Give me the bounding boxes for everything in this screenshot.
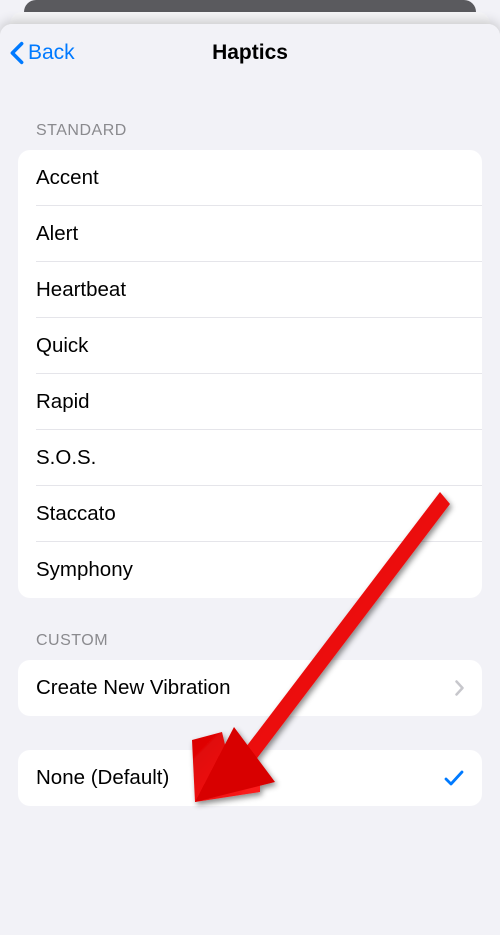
back-button[interactable]: Back <box>10 41 75 65</box>
haptic-option-staccato[interactable]: Staccato <box>18 486 482 542</box>
content-area: STANDARD Accent Alert Heartbeat Quick Ra… <box>0 82 500 806</box>
list-item-label: None (Default) <box>36 766 169 790</box>
custom-list: Create New Vibration <box>18 660 482 716</box>
list-item-label: Alert <box>36 222 78 246</box>
standard-list: Accent Alert Heartbeat Quick Rapid S.O.S… <box>18 150 482 598</box>
list-item-label: Create New Vibration <box>36 676 230 700</box>
chevron-left-icon <box>10 41 24 65</box>
settings-sheet: Back Haptics STANDARD Accent Alert Heart… <box>0 24 500 935</box>
haptic-option-accent[interactable]: Accent <box>18 150 482 206</box>
list-item-label: Quick <box>36 334 88 358</box>
list-item-label: Rapid <box>36 390 90 414</box>
default-list: None (Default) <box>18 750 482 806</box>
haptic-option-heartbeat[interactable]: Heartbeat <box>18 262 482 318</box>
list-item-label: Heartbeat <box>36 278 126 302</box>
list-item-label: S.O.S. <box>36 446 96 470</box>
haptic-option-quick[interactable]: Quick <box>18 318 482 374</box>
section-header-standard: STANDARD <box>18 82 482 150</box>
haptic-option-sos[interactable]: S.O.S. <box>18 430 482 486</box>
haptic-option-rapid[interactable]: Rapid <box>18 374 482 430</box>
list-item-label: Symphony <box>36 558 133 582</box>
create-new-vibration-button[interactable]: Create New Vibration <box>18 660 482 716</box>
checkmark-icon <box>444 769 464 787</box>
section-header-custom: CUSTOM <box>18 598 482 660</box>
back-label: Back <box>28 41 75 65</box>
chevron-right-icon <box>455 680 464 696</box>
page-title: Haptics <box>212 41 288 65</box>
list-item-label: Accent <box>36 166 99 190</box>
haptic-option-symphony[interactable]: Symphony <box>18 542 482 598</box>
spacer <box>18 716 482 750</box>
navigation-bar: Back Haptics <box>0 24 500 82</box>
list-item-label: Staccato <box>36 502 116 526</box>
haptic-option-none[interactable]: None (Default) <box>18 750 482 806</box>
haptic-option-alert[interactable]: Alert <box>18 206 482 262</box>
